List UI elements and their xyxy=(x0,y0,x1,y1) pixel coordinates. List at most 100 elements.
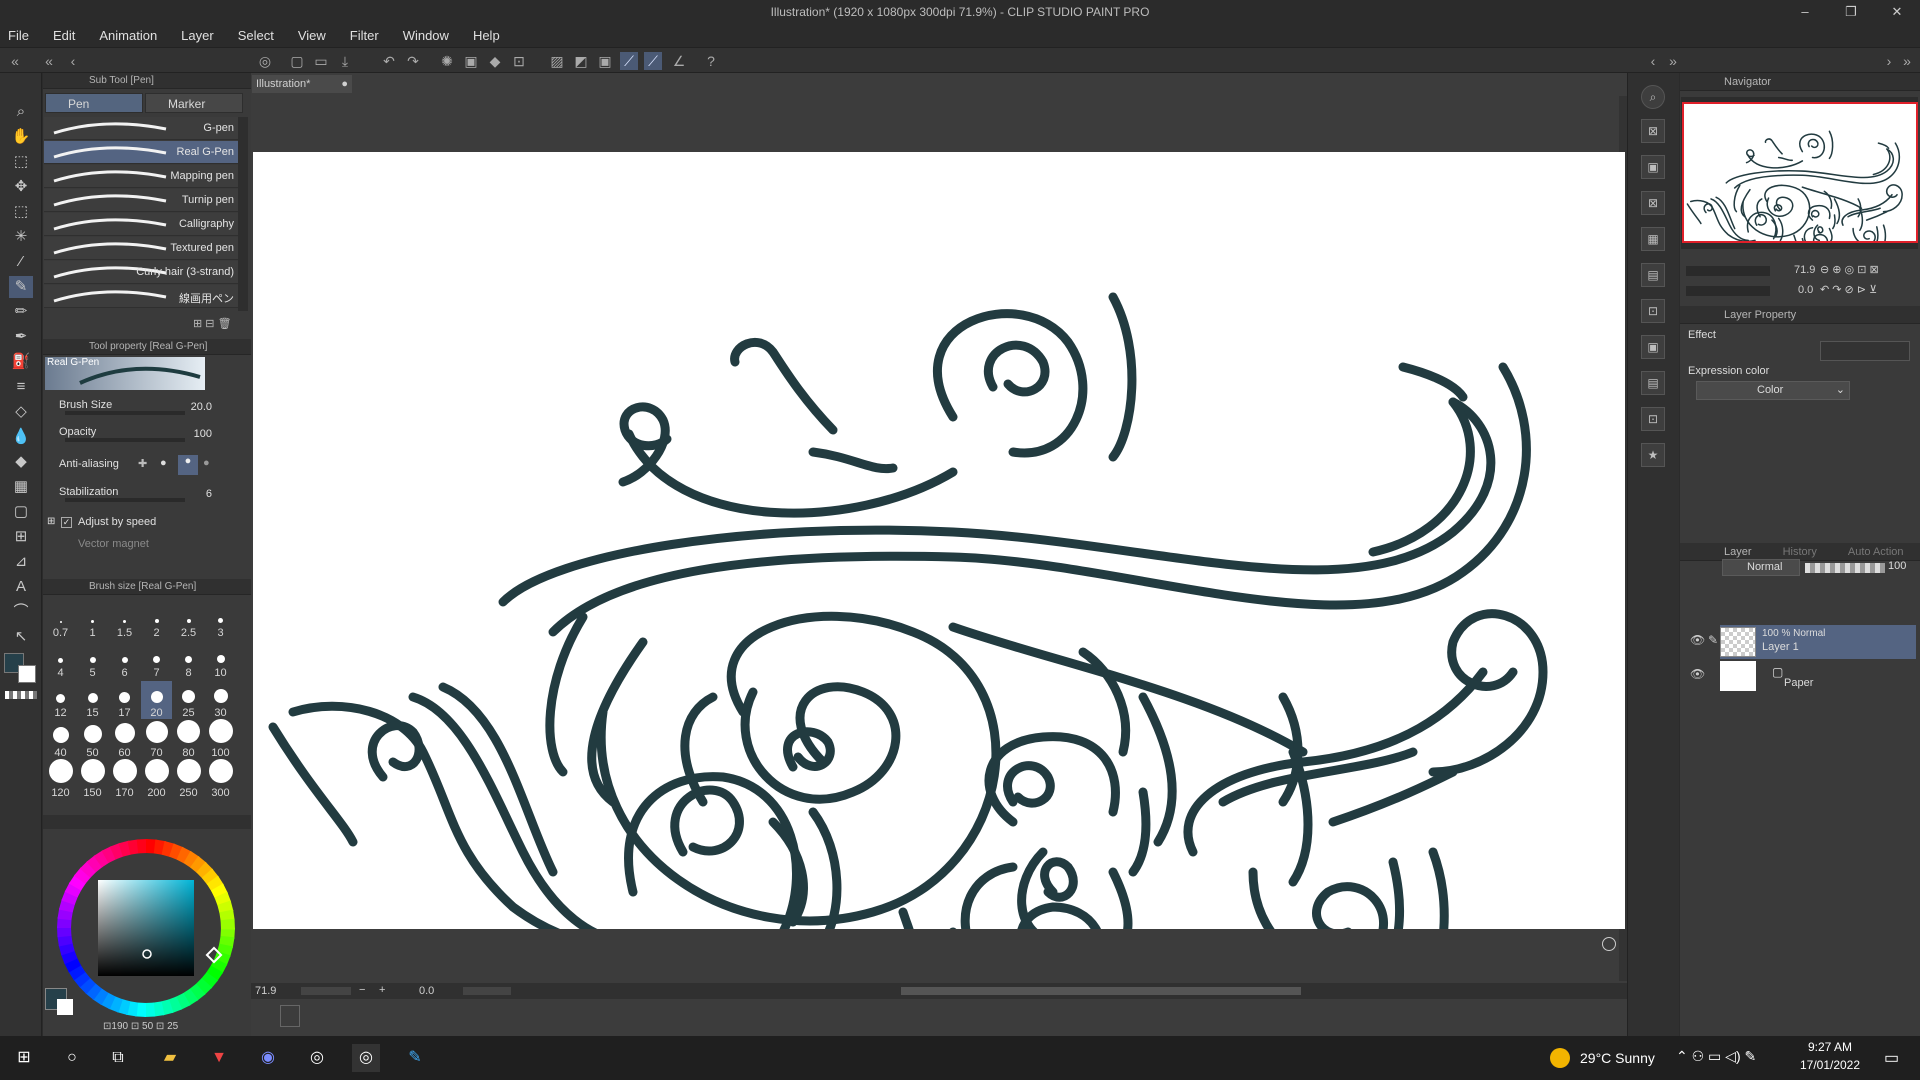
tab-pen[interactable]: Pen xyxy=(45,93,143,113)
correct-line-tool-icon[interactable]: ↖ xyxy=(9,626,33,648)
transparent-color-icon[interactable] xyxy=(5,691,37,699)
clip-studio-icon[interactable]: ◎ xyxy=(256,52,274,70)
opacity-row[interactable]: Opacity 100 xyxy=(43,423,238,445)
color-panel-tabs[interactable] xyxy=(43,815,251,829)
antialias-row[interactable]: Anti-aliasing ✚ ● ● ● xyxy=(43,455,238,477)
clip-studio-paint-icon[interactable]: ◎ xyxy=(352,1044,380,1072)
panel-material4-icon[interactable]: ▦ xyxy=(1641,227,1665,251)
brush-size-preset[interactable]: 100 xyxy=(205,719,236,759)
tab-history[interactable]: History xyxy=(1755,546,1817,558)
brush-size-preset[interactable]: 1.5 xyxy=(109,601,140,639)
stabilization-slider[interactable] xyxy=(65,498,185,502)
brush-size-preset[interactable]: 20 xyxy=(141,681,172,719)
undo-icon[interactable]: ↶ xyxy=(380,52,398,70)
navigator-zoom-value[interactable]: 71.9 xyxy=(1794,264,1815,276)
rotation-slider[interactable] xyxy=(463,987,511,995)
star-icon[interactable]: ★ xyxy=(1641,443,1665,467)
panel-material3-icon[interactable]: ⊠ xyxy=(1641,191,1665,215)
task-view-icon[interactable]: ⧉ xyxy=(104,1044,132,1072)
adjust-speed-checkbox[interactable]: ✓ xyxy=(61,517,72,528)
copy-subtool-icon[interactable]: ⊞ xyxy=(193,318,202,330)
brush-size-preset[interactable]: 25 xyxy=(173,681,204,719)
brush-item[interactable]: G-pen xyxy=(44,117,238,140)
gradient-tool-icon[interactable]: ▦ xyxy=(9,476,33,498)
notification-icon[interactable]: ▭ xyxy=(1884,1048,1899,1068)
paint-app-icon[interactable]: ✎ xyxy=(401,1044,429,1072)
save-icon[interactable]: ⤓ xyxy=(336,52,354,70)
brush-item[interactable]: Curly hair (3-strand) xyxy=(44,261,238,284)
fill-icon[interactable]: ◆ xyxy=(486,52,504,70)
color-wheel[interactable] xyxy=(51,833,241,1023)
brush-size-preset[interactable]: 2 xyxy=(141,601,172,639)
panel-material-icon[interactable]: ⊠ xyxy=(1641,119,1665,143)
brush-size-preset[interactable]: 7 xyxy=(141,641,172,679)
ruler-tool-icon[interactable]: ⊿ xyxy=(9,551,33,573)
auto-select-tool-icon[interactable]: ✳ xyxy=(9,226,33,248)
system-tray-icons[interactable]: ⌃ ⚇ ▭ ◁) ✎ xyxy=(1676,1048,1756,1065)
adjust-speed-row[interactable]: ⊞ ✓ Adjust by speed xyxy=(43,513,238,535)
selection-icon[interactable]: ▣ xyxy=(596,52,614,70)
menu-file[interactable]: File xyxy=(8,28,29,43)
fill-tool-icon[interactable]: ◆ xyxy=(9,451,33,473)
layer-row[interactable]: ▢ Paper xyxy=(1720,659,1916,693)
brush-size-preset[interactable]: 12 xyxy=(45,681,76,719)
brush-size-slider[interactable] xyxy=(65,411,185,415)
layer-opacity-value[interactable]: 100 xyxy=(1888,560,1906,572)
brush-size-value[interactable]: 20.0 xyxy=(191,401,212,413)
redo-icon[interactable]: ↷ xyxy=(404,52,422,70)
brush-size-preset[interactable]: 8 xyxy=(173,641,204,679)
brush-size-preset[interactable]: 17 xyxy=(109,681,140,719)
weather-sun-icon[interactable] xyxy=(1550,1048,1570,1068)
brush-size-preset[interactable]: 250 xyxy=(173,759,204,799)
panel-material7-icon[interactable]: ▣ xyxy=(1641,335,1665,359)
chevron-left-icon[interactable]: ‹ xyxy=(64,52,82,70)
eye-icon[interactable]: 👁 xyxy=(1690,667,1705,681)
layer-opacity-slider[interactable] xyxy=(1805,563,1885,573)
balloon-tool-icon[interactable]: ⌒ xyxy=(9,601,33,623)
navigator-rotation-controls[interactable]: ↶ ↷ ⊘ ⊳ ⊻ xyxy=(1820,283,1877,296)
menu-filter[interactable]: Filter xyxy=(350,28,379,43)
brave-browser-icon[interactable]: ▼ xyxy=(205,1044,233,1072)
menu-view[interactable]: View xyxy=(298,28,326,43)
brush-size-preset[interactable]: 5 xyxy=(77,641,108,679)
frame-tool-icon[interactable]: ⊞ xyxy=(9,526,33,548)
zoom-tool-icon[interactable]: ⌕ xyxy=(9,101,33,123)
move-tool-icon[interactable]: ✥ xyxy=(9,176,33,198)
panel-material8-icon[interactable]: ▤ xyxy=(1641,371,1665,395)
clock-time[interactable]: 9:27 AM xyxy=(1790,1040,1870,1054)
clip-studio-icon[interactable]: ◎ xyxy=(303,1044,331,1072)
clock-date[interactable]: 17/01/2022 xyxy=(1790,1058,1870,1072)
operation-tool-icon[interactable]: ⬚ xyxy=(9,151,33,173)
rotation-value[interactable]: 0.0 xyxy=(419,985,434,997)
search-icon[interactable]: ○ xyxy=(58,1044,86,1072)
opacity-value[interactable]: 100 xyxy=(194,428,212,440)
panel-material6-icon[interactable]: ⊡ xyxy=(1641,299,1665,323)
brush-item[interactable]: Calligraphy xyxy=(44,213,238,236)
effect-buttons[interactable] xyxy=(1820,341,1910,361)
figure-tool-icon[interactable]: ▢ xyxy=(9,501,33,523)
pen-tool-icon[interactable]: ✎ xyxy=(9,276,33,298)
brush-size-preset[interactable]: 10 xyxy=(205,641,236,679)
minimize-button[interactable]: – xyxy=(1782,0,1828,24)
canvas-status-icon[interactable] xyxy=(1602,937,1616,951)
brush-item[interactable]: Mapping pen xyxy=(44,165,238,188)
expand-icon[interactable]: ⊞ xyxy=(47,516,55,527)
collapse-left-icon[interactable]: « xyxy=(6,52,24,70)
expand-right2-icon[interactable]: » xyxy=(1898,52,1916,70)
stabilization-row[interactable]: Stabilization 6 xyxy=(43,483,238,505)
menu-animation[interactable]: Animation xyxy=(99,28,157,43)
vector-magnet-row[interactable]: Vector magnet xyxy=(43,535,238,557)
brush-size-preset[interactable]: 30 xyxy=(205,681,236,719)
expression-color-select[interactable]: Color ⌄ xyxy=(1696,381,1850,400)
search-icon[interactable]: ⌕ xyxy=(1641,85,1665,109)
snap-ruler-icon[interactable]: ⟋ xyxy=(620,52,638,70)
menu-select[interactable]: Select xyxy=(238,28,274,43)
brush-list-scrollbar[interactable] xyxy=(238,117,248,311)
blend-mode-select[interactable]: Normal xyxy=(1722,559,1800,576)
loading-icon[interactable]: ✺ xyxy=(438,52,456,70)
tab-auto-action[interactable]: Auto Action xyxy=(1820,546,1904,558)
eraser-tool-icon[interactable]: ◇ xyxy=(9,401,33,423)
clear-icon[interactable]: ▣ xyxy=(462,52,480,70)
brush-size-preset[interactable]: 6 xyxy=(109,641,140,679)
brush-size-preset[interactable]: 60 xyxy=(109,721,140,759)
